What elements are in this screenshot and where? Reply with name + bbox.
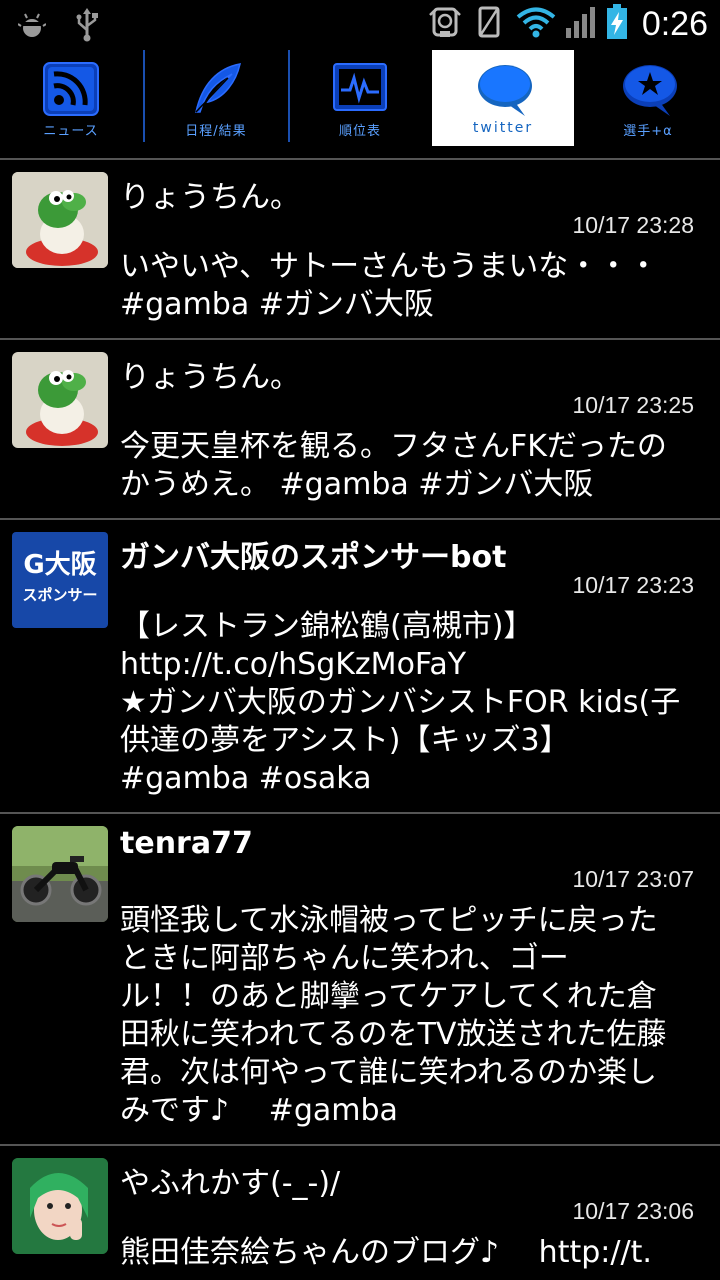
username[interactable]: りょうちん。 [120,352,300,396]
tweet-text: 熊田佳奈絵ちゃんのブログ♪ http://t. [120,1235,652,1270]
timestamp: 10/17 23:07 [572,866,694,892]
tab-players[interactable]: 選手+α [576,50,720,146]
avatar: G大阪 スポンサー [12,532,108,628]
avatar-logo-line1: G大阪 [23,550,97,580]
alarm-icon [428,5,462,43]
signal-icon [565,6,596,42]
avatar-logo-line2: スポンサー [22,586,98,604]
tab-twitter[interactable]: twitter [432,50,574,146]
list-item[interactable]: やふれかす(-_-)/ 10/17 23:06 熊田佳奈絵ちゃんのブログ♪ ht… [0,1146,720,1280]
list-item[interactable]: りょうちん。 10/17 23:28 いやいや、サトーさんもうまいな・・・ #g… [0,160,720,340]
rss-icon [43,62,99,116]
tab-schedule[interactable]: 日程/結果 [145,50,287,146]
speech-bubble-icon [475,62,532,116]
timestamp: 10/17 23:25 [572,392,694,418]
avatar [12,352,108,448]
tweet-text: 【レストラン錦松鶴(高槻市)】 http://t.co/hSgKzMoFaY ★… [120,609,681,796]
username[interactable]: りょうちん。 [120,172,300,216]
timestamp: 10/17 23:06 [572,1198,694,1224]
tweet-text: 頭怪我して水泳帽被ってピッチに戻った ときに阿部ちゃんに笑われ、ゴー ル！！のあ… [120,903,667,1128]
avatar [12,1158,108,1254]
tweet-text: いやいや、サトーさんもうまいな・・・ #gamba #ガンバ大阪 [120,249,659,322]
tab-standings[interactable]: 順位表 [290,50,430,146]
tab-bar: ニュース 日程/結果 順位表 twitter 選手+α [0,50,720,160]
chart-monitor-icon [332,62,388,116]
tweet-text: 今更天皇杯を観る。フタさんFKだったの かうめえ。 #gamba #ガンバ大阪 [120,429,667,502]
vibrate-icon [472,5,506,43]
clock: 0:26 [641,4,708,43]
avatar [12,826,108,922]
list-item[interactable]: りょうちん。 10/17 23:25 今更天皇杯を観る。フタさんFKだったの か… [0,340,720,520]
username[interactable]: やふれかす(-_-)/ [120,1158,340,1202]
list-item[interactable]: G大阪 スポンサー ガンバ大阪のスポンサーbot 10/17 23:23 【レス… [0,520,720,814]
android-debug-icon [17,12,47,42]
list-item[interactable]: tenra77 10/17 23:07 頭怪我して水泳帽被ってピッチに戻った と… [0,814,720,1146]
tab-news[interactable]: ニュース [0,50,142,146]
battery-charging-icon [606,4,628,44]
timestamp: 10/17 23:28 [572,212,694,238]
timestamp: 10/17 23:23 [572,572,694,598]
star-bubble-icon [620,62,677,116]
status-bar: 0:26 [0,0,720,50]
username[interactable]: ガンバ大阪のスポンサーbot [120,532,506,576]
avatar [12,172,108,268]
usb-icon [76,8,98,46]
username[interactable]: tenra77 [120,826,253,861]
feather-icon [188,62,244,116]
wifi-icon [516,6,556,42]
